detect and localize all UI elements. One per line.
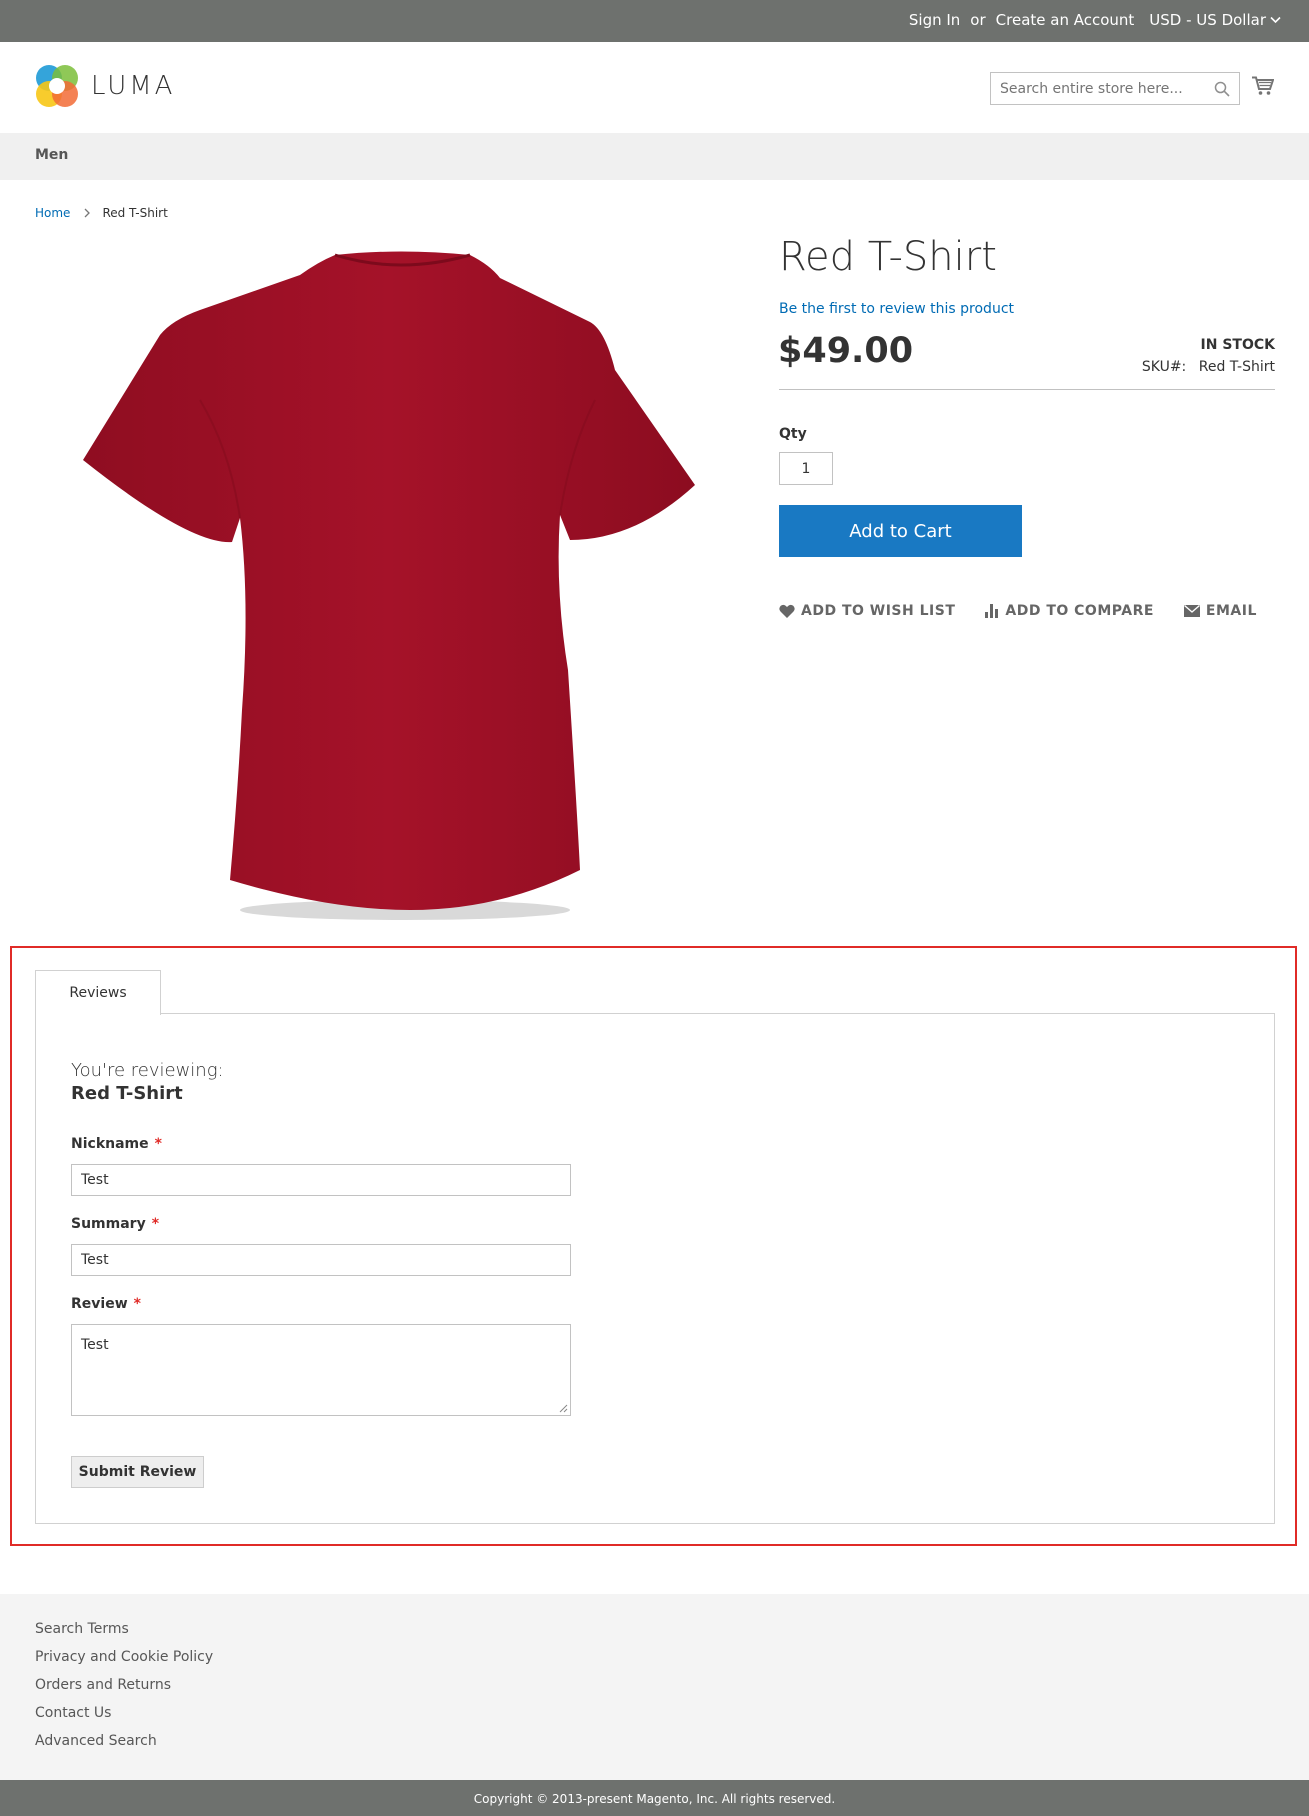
email-label: Email — [1205, 603, 1257, 619]
qty-input[interactable] — [779, 452, 833, 485]
product-price: $49.00 — [778, 331, 914, 371]
search-icon[interactable] — [1214, 81, 1230, 97]
luma-logo[interactable]: LUMA — [35, 64, 175, 108]
breadcrumb-home[interactable]: Home — [35, 206, 70, 220]
tab-reviews[interactable]: Reviews — [35, 970, 161, 1015]
email-link[interactable]: Email — [1183, 603, 1257, 619]
resize-grip-icon[interactable] — [559, 1404, 568, 1413]
qty-label: Qty — [779, 426, 807, 442]
nickname-label-text: Nickname — [71, 1136, 149, 1152]
luma-logo-icon — [36, 65, 78, 107]
wishlist-label: Add to Wish List — [801, 603, 956, 619]
main-nav: Men — [0, 133, 1309, 180]
first-review-link[interactable]: Be the first to review this product — [779, 301, 1014, 317]
sign-in-link[interactable]: Sign In — [909, 11, 960, 29]
top-links: Sign In or Create an Account USD - US Do… — [909, 11, 1281, 29]
nav-item-men[interactable]: Men — [35, 147, 68, 163]
search-box — [990, 72, 1240, 105]
currency-label: USD - US Dollar — [1149, 11, 1266, 29]
compare-label: Add to Compare — [1005, 603, 1154, 619]
review-textarea[interactable]: Test — [71, 1324, 571, 1416]
site-header: LUMA — [0, 42, 1309, 133]
add-to-wishlist-link[interactable]: Add to Wish List — [779, 603, 955, 619]
add-to-compare-link[interactable]: Add to Compare — [985, 603, 1154, 619]
currency-switcher[interactable]: USD - US Dollar — [1149, 11, 1281, 29]
chevron-down-icon — [1270, 16, 1281, 24]
footer-links: Search Terms Privacy and Cookie Policy O… — [35, 1615, 213, 1755]
sku-label: SKU#: — [1141, 359, 1187, 375]
footer-link-privacy[interactable]: Privacy and Cookie Policy — [35, 1643, 213, 1671]
logo-text: LUMA — [91, 71, 176, 101]
create-account-link[interactable]: Create an Account — [996, 11, 1135, 29]
or-text: or — [970, 11, 986, 29]
envelope-icon — [1183, 605, 1200, 617]
product-image[interactable] — [80, 250, 700, 930]
sku: SKU#: Red T-Shirt — [1142, 359, 1275, 375]
nickname-label: Nickname * — [71, 1136, 162, 1152]
submit-review-button[interactable]: Submit Review — [71, 1456, 204, 1488]
review-label: Review * — [71, 1296, 141, 1312]
sku-value: Red T-Shirt — [1198, 359, 1275, 375]
footer-link-advanced-search[interactable]: Advanced Search — [35, 1727, 213, 1755]
nickname-field[interactable] — [71, 1164, 571, 1196]
cart-icon[interactable] — [1252, 76, 1274, 96]
product-title: Red T-Shirt — [779, 234, 997, 280]
review-label-text: Review — [71, 1296, 128, 1312]
summary-label: Summary * — [71, 1216, 159, 1232]
reviewing-product-name: Red T-Shirt — [71, 1083, 183, 1104]
search-input[interactable] — [991, 73, 1201, 104]
compare-icon — [985, 604, 999, 618]
summary-field[interactable] — [71, 1244, 571, 1276]
required-mark: * — [133, 1296, 141, 1312]
summary-label-text: Summary — [71, 1216, 146, 1232]
reviewing-label: You're reviewing: — [71, 1060, 224, 1081]
chevron-right-icon — [84, 208, 91, 218]
footer-link-orders-returns[interactable]: Orders and Returns — [35, 1671, 213, 1699]
heart-icon — [779, 604, 795, 618]
stock-status: In stock — [1200, 337, 1275, 353]
footer-link-search-terms[interactable]: Search Terms — [35, 1615, 213, 1643]
copyright: Copyright © 2013-present Magento, Inc. A… — [0, 1780, 1309, 1816]
divider — [779, 389, 1275, 390]
add-to-cart-button[interactable]: Add to Cart — [779, 505, 1022, 557]
required-mark: * — [154, 1136, 162, 1152]
breadcrumb-current: Red T-Shirt — [102, 206, 168, 220]
footer-link-contact[interactable]: Contact Us — [35, 1699, 213, 1727]
required-mark: * — [151, 1216, 160, 1232]
top-bar: Sign In or Create an Account USD - US Do… — [0, 0, 1309, 42]
breadcrumb: Home Red T-Shirt — [35, 206, 168, 220]
footer: Search Terms Privacy and Cookie Policy O… — [0, 1594, 1309, 1780]
product-actions: Add to Wish List Add to Compare Email — [779, 603, 1287, 619]
